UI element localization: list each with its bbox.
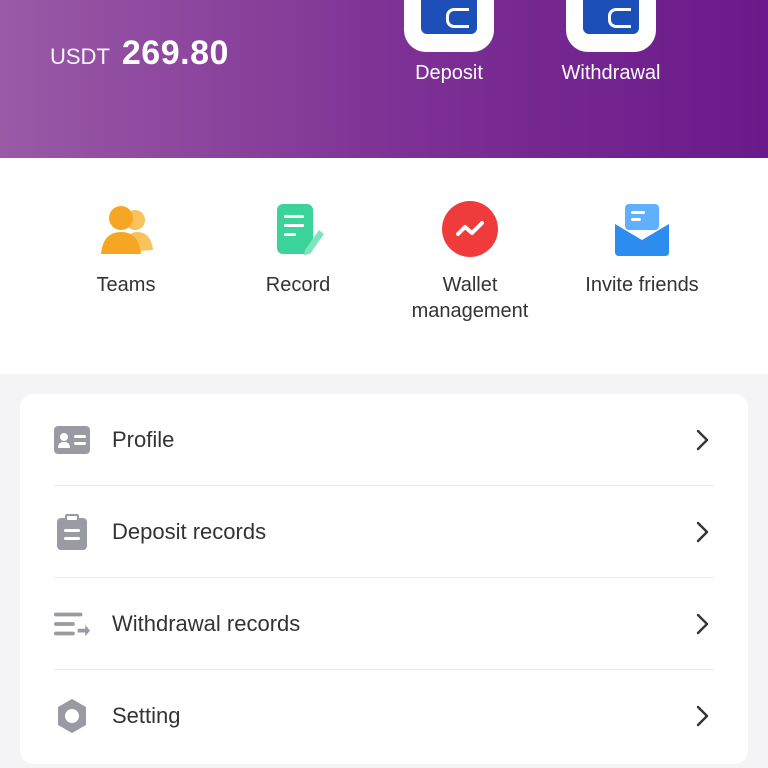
chevron-right-icon <box>696 705 709 727</box>
menu-item-profile[interactable]: Profile <box>54 394 714 486</box>
quick-action-label: Invite friends <box>585 274 699 296</box>
quick-action-record[interactable]: Record <box>212 200 384 298</box>
balance-display: USDT 269.80 <box>50 34 229 73</box>
quick-actions: Teams Record Wallet management Invite fr… <box>0 158 768 374</box>
quick-action-invite-friends[interactable]: Invite friends <box>556 200 728 298</box>
wallet-icon <box>583 0 639 34</box>
deposit-label: Deposit <box>415 62 483 84</box>
balance-amount: 269.80 <box>121 34 229 72</box>
balance-currency: USDT <box>50 44 110 69</box>
chevron-right-icon <box>696 613 709 635</box>
id-card-icon <box>54 422 90 458</box>
menu-item-label: Withdrawal records <box>112 611 301 636</box>
clipboard-icon <box>54 514 90 550</box>
quick-action-wallet-management[interactable]: Wallet management <box>384 200 556 324</box>
mail-icon <box>613 200 671 258</box>
trend-chart-icon <box>441 200 499 258</box>
withdrawal-button[interactable]: Withdrawal <box>546 0 676 85</box>
users-icon <box>97 200 155 258</box>
gear-icon <box>54 698 90 734</box>
chevron-right-icon <box>696 521 709 543</box>
wallet-icon <box>421 0 477 34</box>
document-edit-icon <box>269 200 327 258</box>
menu-item-label: Deposit records <box>112 519 267 544</box>
transfer-list-icon <box>54 606 90 642</box>
deposit-tile <box>404 0 494 52</box>
withdrawal-label: Withdrawal <box>561 62 661 84</box>
withdrawal-tile <box>566 0 656 52</box>
quick-action-label: Teams <box>96 274 156 296</box>
menu-item-label: Profile <box>112 427 175 452</box>
menu-item-label: Setting <box>112 703 181 728</box>
quick-action-teams[interactable]: Teams <box>40 200 212 298</box>
menu-item-withdrawal-records[interactable]: Withdrawal records <box>54 578 714 670</box>
account-header: USDT 269.80 Deposit Withdrawal <box>0 0 768 158</box>
deposit-button[interactable]: Deposit <box>384 0 514 85</box>
quick-action-label: Wallet management <box>411 274 529 322</box>
menu-item-deposit-records[interactable]: Deposit records <box>54 486 714 578</box>
quick-action-label: Record <box>265 274 331 296</box>
menu-item-setting[interactable]: Setting <box>54 670 714 762</box>
menu-card: Profile Deposit records Withdrawal recor… <box>20 394 748 764</box>
chevron-right-icon <box>696 429 709 451</box>
